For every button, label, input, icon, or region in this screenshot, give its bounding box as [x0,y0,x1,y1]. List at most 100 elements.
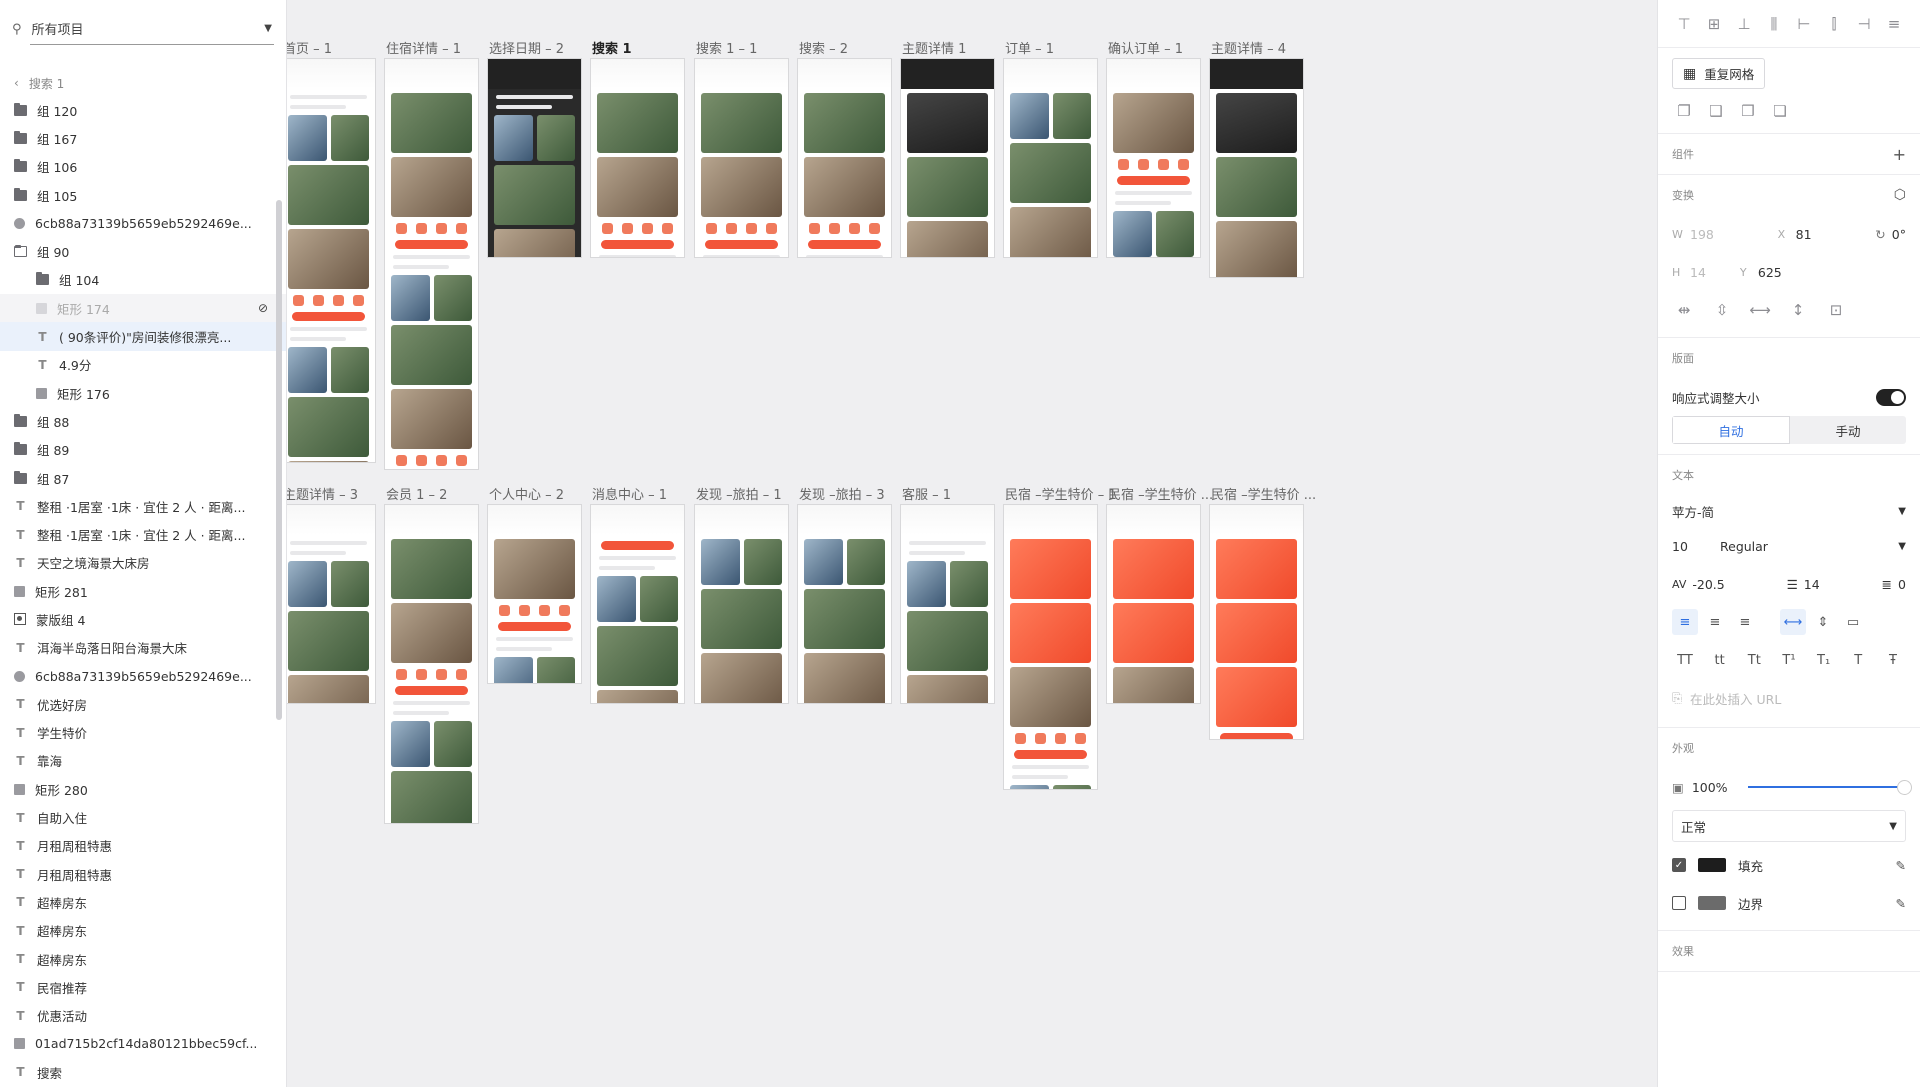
text-case-option[interactable]: T [1845,647,1871,673]
flip-vertical-icon[interactable]: ⇳ [1710,298,1734,322]
artboard-title[interactable]: 首页 – 1 [287,38,332,57]
text-case-option[interactable]: TT [1672,647,1698,673]
layer-item[interactable]: T 月租周租特惠 [0,860,286,888]
intersect-icon[interactable]: ❒ [1736,99,1760,123]
cube-icon[interactable]: ⬡ [1894,187,1906,203]
border-swatch[interactable] [1698,896,1726,910]
layer-item[interactable]: 矩形 280 [0,775,286,803]
fixed-size-icon[interactable]: ▭ [1840,609,1866,635]
artboard-title[interactable]: 客服 – 1 [902,484,951,503]
artboard[interactable]: 客服 – 1 [900,488,995,704]
text-case-option[interactable]: T₁ [1811,647,1837,673]
artboard-title[interactable]: 消息中心 – 1 [592,484,667,503]
opacity-value[interactable]: 100% [1692,780,1728,795]
text-case-option[interactable]: T¹ [1776,647,1802,673]
artboard[interactable]: 订单 – 1 [1003,42,1098,258]
pin-icon[interactable]: ⊡ [1824,298,1848,322]
layer-item[interactable]: T 整租 ·1居室 ·1床 · 宜住 2 人 · 距离... [0,520,286,548]
distribute-horizontal-icon[interactable]: ⫼ [1762,12,1786,36]
layer-item[interactable]: 组 167 [0,124,286,152]
layer-item[interactable]: T 4.9分 [0,351,286,379]
layer-item[interactable]: T 自助入住 [0,803,286,831]
layer-item[interactable]: T ( 90条评价)"房间装修很漂亮... [0,322,286,351]
text-case-option[interactable]: tt [1707,647,1733,673]
layer-item[interactable]: T 民宿推荐 [0,973,286,1001]
fixed-height-icon[interactable]: ↕ [1786,298,1810,322]
artboard[interactable]: 确认订单 – 1 [1106,42,1201,258]
artboard-title[interactable]: 民宿 –学生特价 – 1 [1005,484,1117,503]
layers-scrollbar[interactable] [276,200,282,720]
layer-item[interactable]: 矩形 281 [0,577,286,605]
auto-tab[interactable]: 自动 [1672,416,1790,444]
layer-item[interactable]: T 月租周租特惠 [0,832,286,860]
artboard[interactable]: 发现 –旅拍 – 3 [797,488,892,704]
artboard[interactable]: 搜索 – 2 [797,42,892,258]
artboard[interactable]: 主题详情 – 4 [1209,42,1304,278]
manual-tab[interactable]: 手动 [1790,416,1906,444]
breadcrumb[interactable]: ‹ 搜索 1 [0,70,286,96]
fixed-width-icon[interactable]: ⟷ [1748,298,1772,322]
artboard[interactable]: 首页 – 1 [287,42,376,463]
layer-item[interactable]: T 靠海 [0,747,286,775]
layer-item[interactable]: 矩形 176 [0,379,286,407]
artboard-title[interactable]: 主题详情 – 3 [287,484,358,503]
height-field[interactable]: H 14 [1672,265,1706,280]
layer-item[interactable]: T 超棒房东 [0,917,286,945]
align-top-icon[interactable]: ⊤ [1672,12,1696,36]
layer-item[interactable]: 组 90 [0,237,286,265]
eyedropper-icon[interactable]: ✎ [1896,896,1906,911]
artboard-title[interactable]: 订单 – 1 [1005,38,1054,57]
artboard[interactable]: 民宿 –学生特价 ... [1106,488,1213,704]
chevron-left-icon[interactable]: ‹ [14,76,19,90]
artboard-title[interactable]: 搜索 – 2 [799,38,848,57]
line-spacing-field[interactable]: ☰ 14 [1787,577,1820,592]
font-weight-select[interactable]: Regular ▼ [1720,530,1906,562]
layer-item[interactable]: T 整租 ·1居室 ·1床 · 宜住 2 人 · 距离... [0,492,286,520]
eyedropper-icon[interactable]: ✎ [1896,858,1906,873]
artboard-title[interactable]: 民宿 –学生特价 ... [1108,484,1213,503]
layer-item[interactable]: 01ad715b2cf14da80121bbec59cf... [0,1030,286,1058]
layer-item[interactable]: T 超棒房东 [0,945,286,973]
layer-item[interactable]: T 超棒房东 [0,888,286,916]
artboard[interactable]: 个人中心 – 2 [487,488,582,684]
artboard[interactable]: 发现 –旅拍 – 1 [694,488,789,704]
layer-item[interactable]: T 优选好房 [0,690,286,718]
width-field[interactable]: W 198 [1672,227,1714,242]
layer-item[interactable]: 组 89 [0,436,286,464]
scope-dropdown[interactable]: 所有项目 ▼ [29,13,274,45]
url-field[interactable]: ⎘ 在此处插入 URL [1672,679,1906,717]
search-icon[interactable]: ⚲ [12,22,22,37]
char-spacing-field[interactable]: AV -20.5 [1672,577,1725,592]
design-canvas[interactable]: 首页 – 1 住宿详情 – 1 选择日期 – 2 搜索 1 搜索 1 – 1 搜索 – 2… [287,0,1657,1087]
artboard[interactable]: 主题详情 – 3 [287,488,376,704]
artboard-title[interactable]: 发现 –旅拍 – 1 [696,484,782,503]
align-text-left-icon[interactable]: ≡ [1672,609,1698,635]
align-text-right-icon[interactable]: ≡ [1732,609,1758,635]
align-bottom-icon[interactable]: ⊥ [1732,12,1756,36]
layer-item[interactable]: 组 88 [0,407,286,435]
artboard[interactable]: 民宿 –学生特价 – 1 [1003,488,1117,790]
auto-height-icon[interactable]: ⇕ [1810,609,1836,635]
layer-item[interactable]: 组 120 [0,96,286,124]
y-field[interactable]: Y 625 [1740,265,1782,280]
artboard-title[interactable]: 主题详情 – 4 [1211,38,1286,57]
hidden-eye-icon[interactable]: ⊘ [258,301,268,315]
artboard-title[interactable]: 选择日期 – 2 [489,38,564,57]
artboard[interactable]: 住宿详情 – 1 [384,42,479,470]
repeat-grid-button[interactable]: ▦ 重复网格 [1672,58,1766,89]
artboard-title[interactable]: 搜索 1 [592,38,632,57]
artboard[interactable]: 会员 1 – 2 [384,488,479,824]
auto-width-icon[interactable]: ⟷ [1780,609,1806,635]
artboard[interactable]: 民宿 –学生特价 ... [1209,488,1316,740]
artboard-title[interactable]: 住宿详情 – 1 [386,38,461,57]
align-middle-icon[interactable]: ⊞ [1702,12,1726,36]
fill-checkbox[interactable]: ✓ [1672,858,1686,872]
layer-item[interactable]: 组 87 [0,464,286,492]
artboard-title[interactable]: 民宿 –学生特价 ... [1211,484,1316,503]
align-right-icon[interactable]: ⊣ [1852,12,1876,36]
artboard-title[interactable]: 个人中心 – 2 [489,484,564,503]
opacity-slider[interactable] [1747,780,1913,795]
layer-item[interactable]: T 天空之境海景大床房 [0,549,286,577]
fill-swatch[interactable] [1698,858,1726,872]
layer-item[interactable]: 6cb88a73139b5659eb5292469e... [0,209,286,237]
